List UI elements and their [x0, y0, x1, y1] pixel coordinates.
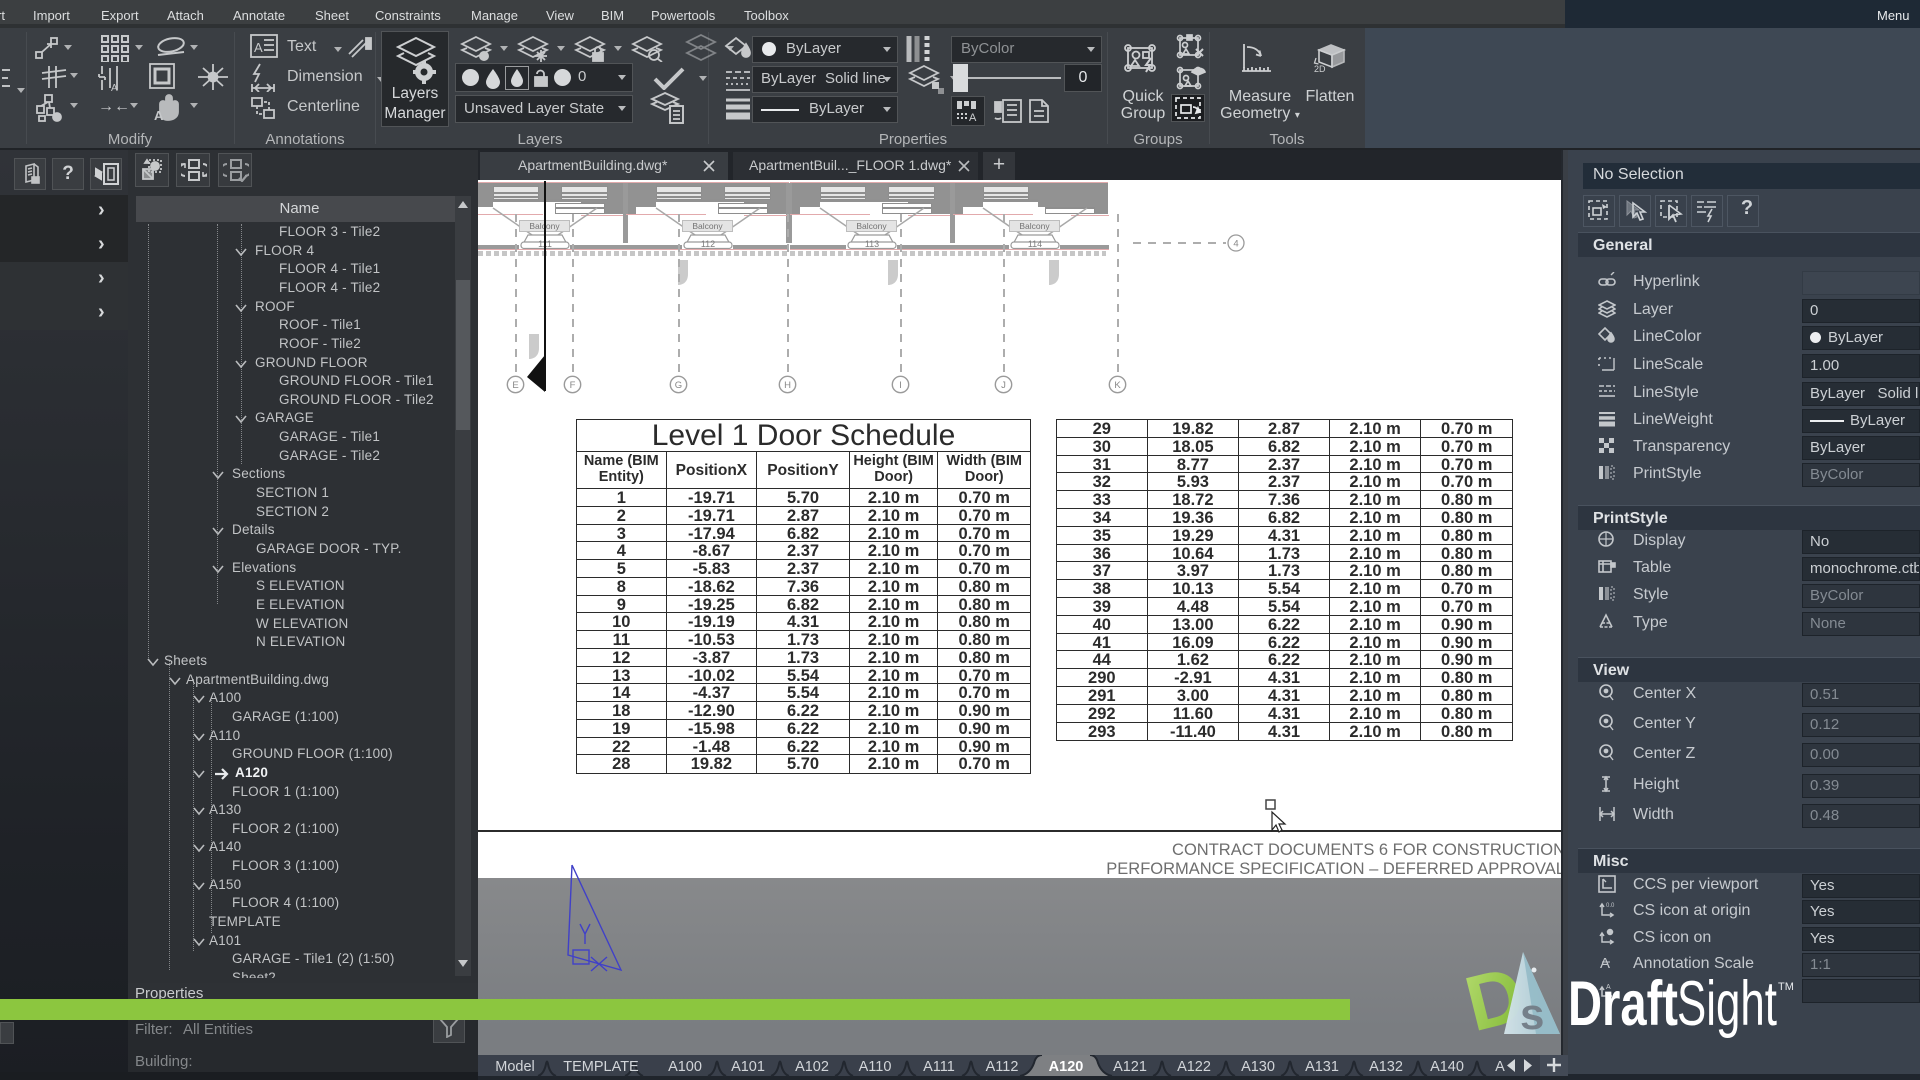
svg-text:A121: A121: [1113, 1059, 1147, 1075]
svg-text:A: A: [154, 108, 164, 122]
svg-text:A111: A111: [923, 1059, 955, 1075]
svg-text:A: A: [111, 83, 118, 92]
svg-text:A100: A100: [668, 1059, 702, 1075]
svg-text:A131: A131: [1305, 1059, 1339, 1075]
svg-text:A132: A132: [1369, 1059, 1403, 1075]
svg-text:112: 112: [701, 239, 715, 249]
svg-text:113: 113: [865, 239, 879, 249]
svg-text:Draft: Draft: [1568, 969, 1678, 1039]
svg-text:G: G: [675, 380, 682, 391]
svg-text:A101: A101: [731, 1059, 765, 1075]
svg-text:Model: Model: [495, 1059, 535, 1075]
svg-text:0.0: 0.0: [1606, 903, 1615, 909]
svg-text:A130: A130: [1241, 1059, 1275, 1075]
svg-text:F: F: [570, 380, 576, 391]
svg-text:A112: A112: [986, 1059, 1019, 1075]
svg-text:A140: A140: [1430, 1059, 1464, 1075]
svg-text:4: 4: [1233, 239, 1238, 250]
svg-text:J: J: [1001, 380, 1006, 391]
svg-text:I: I: [899, 380, 902, 391]
svg-text:Sight: Sight: [1677, 969, 1777, 1039]
svg-text:A: A: [1495, 1059, 1505, 1075]
svg-text:A120: A120: [1049, 1059, 1084, 1075]
svg-text:A102: A102: [795, 1059, 829, 1075]
svg-text:114: 114: [1028, 239, 1042, 249]
svg-text:A122: A122: [1177, 1059, 1211, 1075]
svg-text:TEMPLATE: TEMPLATE: [563, 1059, 639, 1075]
svg-text:A110: A110: [859, 1059, 892, 1075]
svg-text:K: K: [1114, 380, 1121, 391]
svg-text:s: s: [1520, 990, 1544, 1039]
svg-text:E: E: [512, 380, 518, 391]
svg-text:H: H: [784, 380, 791, 391]
svg-text:A: A: [254, 40, 263, 55]
svg-text:TM: TM: [1778, 981, 1794, 993]
svg-text:2D: 2D: [1314, 64, 1326, 74]
svg-text:A: A: [969, 112, 977, 123]
